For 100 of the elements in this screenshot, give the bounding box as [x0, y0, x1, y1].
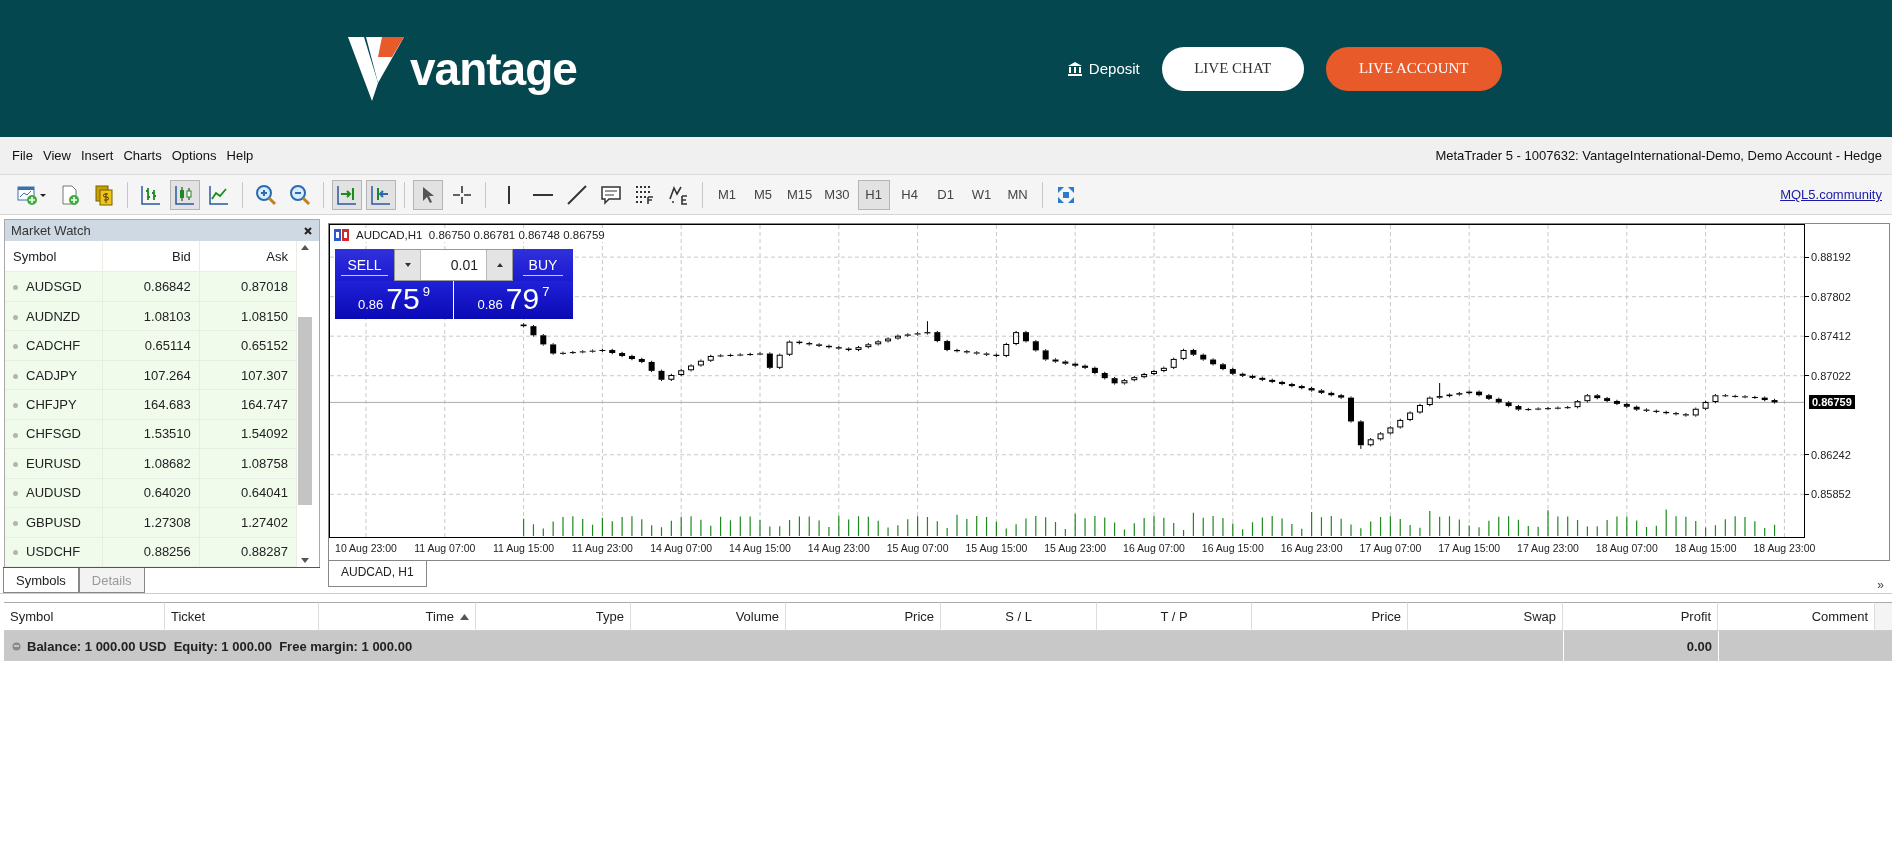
symbol-cell: AUDSGD: [5, 271, 103, 302]
expand-chevrons[interactable]: »: [1877, 578, 1884, 592]
time-label: 11 Aug 23:00: [571, 542, 633, 554]
column-header[interactable]: T / P: [1097, 602, 1252, 631]
column-header[interactable]: Comment: [1718, 602, 1875, 631]
ask-cell: 1.54092: [199, 419, 297, 449]
column-header[interactable]: Swap: [1408, 602, 1563, 631]
timeframe-button[interactable]: D1: [929, 179, 962, 210]
ask-cell: 1.08150: [199, 301, 297, 331]
time-label: 16 Aug 07:00: [1123, 542, 1185, 554]
symbol-cell: CHFJPY: [5, 389, 103, 420]
timeframe-button[interactable]: H4: [893, 179, 926, 210]
menu-item[interactable]: View: [42, 148, 71, 163]
price-label: 0.87022: [1811, 369, 1851, 382]
symbol-cell: CADCHF: [5, 330, 103, 361]
menu-item[interactable]: Insert: [80, 148, 114, 163]
ask-cell: 1.27402: [199, 507, 297, 538]
column-header[interactable]: Ask: [199, 241, 297, 272]
live-chat-button[interactable]: LIVE CHAT: [1161, 46, 1304, 91]
time-label: 14 Aug 07:00: [650, 542, 713, 554]
bid-cell: 164.683: [102, 389, 200, 420]
live-account-button[interactable]: LIVE ACCOUNT: [1325, 46, 1502, 91]
column-header[interactable]: Bid: [102, 241, 200, 272]
time-label: 16 Aug 23:00: [1280, 542, 1343, 554]
timeframe-button[interactable]: MN: [1001, 179, 1034, 210]
panel-title: Market Watch: [11, 223, 92, 238]
price-label: 0.87802: [1811, 290, 1851, 303]
symbol-cell: EURUSD: [5, 448, 103, 479]
profit-cell: 0.00: [1563, 631, 1718, 661]
menu-item[interactable]: Charts: [123, 148, 162, 163]
buy-button[interactable]: BUY: [513, 249, 573, 281]
ask-cell: 0.64041: [199, 478, 297, 508]
chart-info: AUDCAD,H1 0.86750 0.86781 0.86748 0.86759: [356, 229, 605, 241]
menu-item[interactable]: File: [12, 148, 33, 163]
chart-tab[interactable]: AUDCAD, H1: [328, 561, 427, 587]
timeframe-button[interactable]: M30: [820, 179, 854, 210]
bid-cell: 0.88256: [102, 537, 200, 567]
time-label: 10 Aug 23:00: [335, 542, 397, 554]
time-label: 18 Aug 07:00: [1595, 542, 1658, 554]
timeframe-button[interactable]: H1: [857, 179, 890, 210]
ask-cell: 0.88287: [199, 537, 297, 567]
bid-cell: 0.65114: [102, 330, 200, 361]
timeframe-button[interactable]: W1: [965, 179, 998, 210]
price-label: 0.85852: [1811, 488, 1851, 501]
column-header[interactable]: Price: [786, 602, 941, 631]
symbol-cell: AUDNZD: [5, 301, 103, 331]
bid-cell: 1.08682: [102, 448, 200, 479]
timeframe-button[interactable]: M5: [747, 179, 779, 210]
symbol-cell: AUDUSD: [5, 478, 103, 508]
column-header[interactable]: Profit: [1563, 602, 1718, 631]
time-label: 18 Aug 15:00: [1674, 542, 1737, 554]
time-label: 11 Aug 15:00: [493, 542, 555, 554]
column-header[interactable]: Symbol: [4, 602, 165, 631]
time-label: 17 Aug 07:00: [1359, 542, 1422, 554]
time-label: 16 Aug 15:00: [1201, 542, 1264, 554]
column-header[interactable]: S / L: [941, 602, 1097, 631]
ask-cell: 0.87018: [199, 271, 297, 302]
column-header[interactable]: Symbol: [5, 241, 103, 272]
bid-cell: 1.08103: [102, 301, 200, 331]
time-label: 15 Aug 07:00: [886, 542, 949, 554]
timeframe-button[interactable]: M1: [711, 179, 743, 210]
column-header[interactable]: Time: [319, 602, 476, 631]
time-label: 17 Aug 23:00: [1517, 542, 1579, 554]
time-label: 17 Aug 15:00: [1438, 542, 1501, 554]
column-header[interactable]: Type: [476, 602, 631, 631]
ask-cell: 0.65152: [199, 330, 297, 361]
bid-cell: 1.53510: [102, 419, 200, 449]
window-title: MetaTrader 5 - 1007632: VantageInternational-Demo, Demo Account - Hedge: [1435, 148, 1882, 163]
menu-item[interactable]: Options: [171, 148, 217, 163]
panel-tab[interactable]: Symbols: [3, 568, 79, 593]
column-header[interactable]: Volume: [631, 602, 786, 631]
symbol-cell: USDCHF: [5, 537, 103, 567]
time-label: 15 Aug 23:00: [1044, 542, 1107, 554]
deposit-link[interactable]: Deposit: [1066, 60, 1140, 77]
symbol-cell: CHFSGD: [5, 419, 103, 449]
bid-cell: 107.264: [102, 360, 200, 390]
symbol-cell: GBPUSD: [5, 507, 103, 538]
sell-button[interactable]: SELL: [335, 249, 394, 281]
time-label: 18 Aug 23:00: [1753, 542, 1816, 554]
bid-cell: 0.86842: [102, 271, 200, 302]
balance-summary: Balance: 1 000.00 USD Equity: 1 000.00 Free margin: 1 000.00: [27, 638, 413, 654]
time-label: 15 Aug 15:00: [965, 542, 1028, 554]
price-label: 0.87412: [1811, 330, 1851, 343]
ask-cell: 164.747: [199, 389, 297, 420]
column-header[interactable]: Ticket: [165, 602, 319, 631]
bid-cell: 1.27308: [102, 507, 200, 538]
time-label: 11 Aug 07:00: [414, 542, 476, 554]
ask-cell: 107.307: [199, 360, 297, 390]
price-label: 0.88192: [1811, 251, 1851, 264]
price-label: 0.86242: [1811, 448, 1851, 461]
menu-item[interactable]: Help: [226, 148, 254, 163]
symbol-cell: CADJPY: [5, 360, 103, 390]
column-header[interactable]: Price: [1252, 602, 1408, 631]
ask-cell: 1.08758: [199, 448, 297, 479]
community-link[interactable]: MQL5.community: [1780, 187, 1882, 202]
time-label: 14 Aug 23:00: [807, 542, 870, 554]
current-price-label: 0.86759: [1809, 395, 1855, 410]
bid-cell: 0.64020: [102, 478, 200, 508]
time-label: 14 Aug 15:00: [729, 542, 791, 554]
timeframe-button[interactable]: M15: [783, 179, 817, 210]
